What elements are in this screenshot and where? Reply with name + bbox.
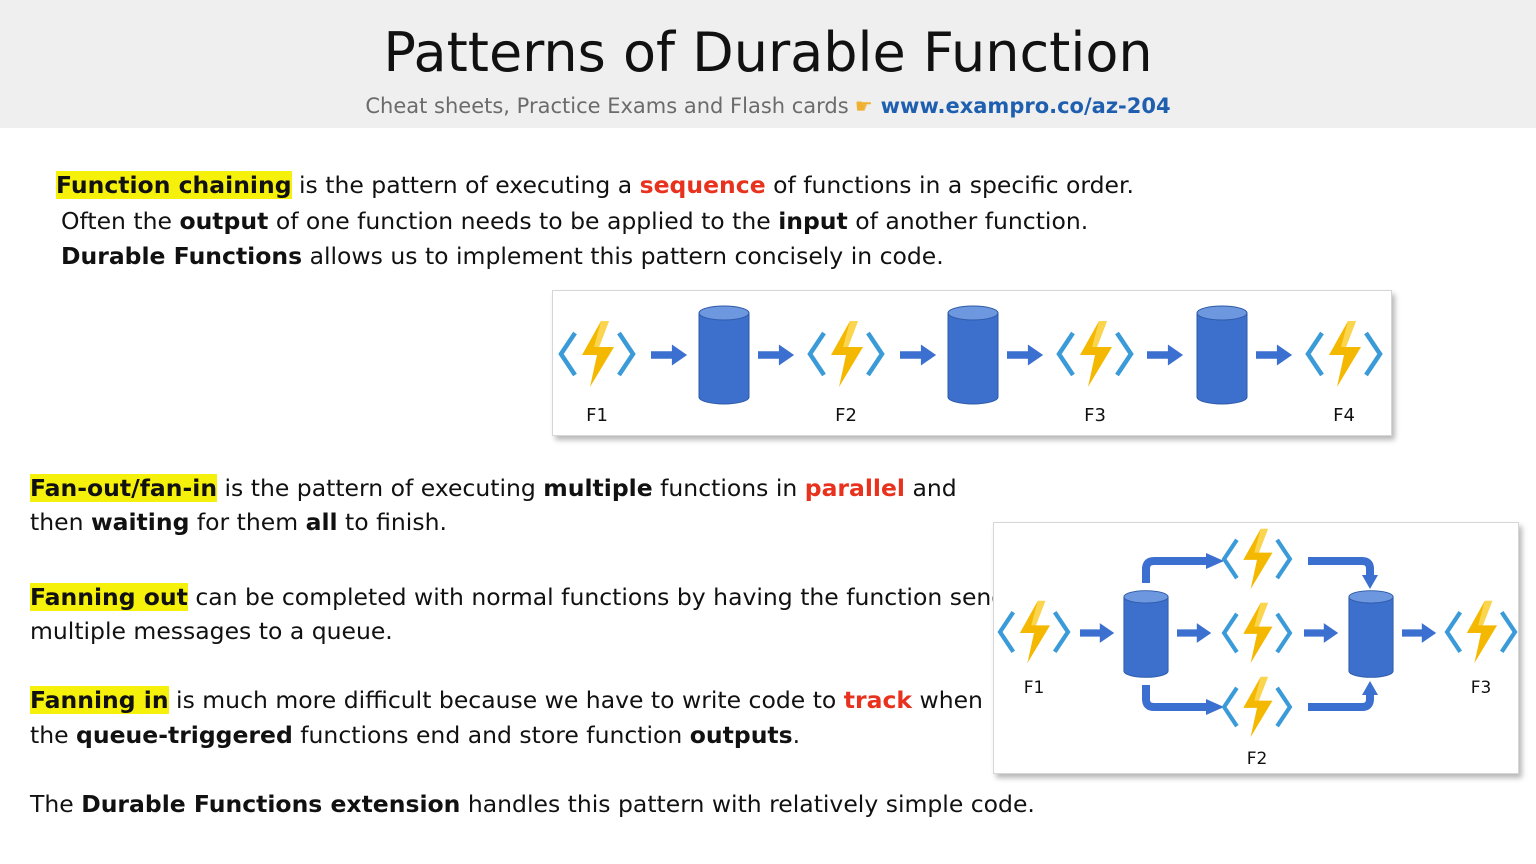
function-icon-f2-bottom [1224, 677, 1290, 737]
text-span: of another function. [847, 207, 1089, 235]
page-title: Patterns of Durable Function [383, 21, 1153, 84]
function-icon-f1 [561, 321, 633, 387]
text-span: handles this pattern with relatively sim… [460, 790, 1035, 818]
storage-cylinder-icon [698, 305, 750, 405]
label-f4: F4 [1333, 405, 1355, 426]
header-banner: Patterns of Durable Function Cheat sheet… [0, 0, 1536, 128]
chaining-line-1: Function chaining is the pattern of exec… [56, 168, 1134, 202]
storage-cylinder-icon [947, 305, 999, 405]
text-span: . [792, 721, 801, 749]
right-arrow-icon [1256, 344, 1293, 366]
right-arrow-icon [651, 344, 688, 366]
bold-outputs: outputs [689, 721, 793, 749]
label-f2: F2 [1247, 749, 1268, 769]
right-arrow-icon [1402, 623, 1437, 643]
function-icon-f1 [1000, 601, 1068, 663]
text-span: Often the [61, 207, 180, 235]
function-icon-f3 [1059, 321, 1131, 387]
text-span: when [912, 686, 983, 714]
label-f3: F3 [1471, 678, 1492, 698]
text-span: multiple messages to a queue. [30, 617, 393, 645]
function-icon-f2-top [1224, 529, 1290, 589]
emphasis-parallel: parallel [804, 474, 905, 502]
subtitle-text: Cheat sheets, Practice Exams and Flash c… [365, 94, 849, 118]
fanning-out-line-1: Fanning out can be completed with normal… [30, 580, 1006, 614]
fanout-diagram: F1 F2 F3 [993, 522, 1519, 774]
right-arrow-icon [1206, 699, 1224, 715]
bold-output: output [179, 207, 269, 235]
merge-arrow-bottom [1308, 693, 1374, 711]
text-span: is much more difficult because we have t… [168, 686, 844, 714]
text-span: then [30, 508, 91, 536]
text-span: allows us to implement this pattern conc… [302, 242, 944, 270]
function-icon-f4 [1308, 321, 1380, 387]
right-arrow-icon [1206, 553, 1224, 569]
subtitle: Cheat sheets, Practice Exams and Flash c… [0, 92, 1536, 120]
right-arrow-icon [1177, 623, 1212, 643]
function-icon-f2-middle [1224, 603, 1290, 663]
bold-durable-functions-extension: Durable Functions extension [81, 790, 461, 818]
function-icon-f2 [810, 321, 882, 387]
bold-waiting: waiting [90, 508, 190, 536]
fanout-line-2: then waiting for them all to finish. [30, 505, 447, 539]
fanning-out-term: Fanning out [30, 583, 188, 611]
storage-cylinder-icon [1123, 590, 1169, 678]
bold-multiple: multiple [543, 474, 653, 502]
pointing-hand-icon: ☛ [854, 94, 873, 118]
fanning-in-line-2: the queue-triggered functions end and st… [30, 718, 800, 752]
right-arrow-icon [1007, 344, 1044, 366]
text-span: is the pattern of executing [217, 474, 544, 502]
text-span: the [30, 721, 77, 749]
chaining-diagram: F1 F2 F3 F4 [552, 290, 1392, 436]
right-arrow-icon [1080, 623, 1115, 643]
label-f2: F2 [835, 405, 857, 426]
fanning-out-line-2: multiple messages to a queue. [30, 614, 393, 648]
merge-arrow-top [1308, 557, 1374, 577]
bold-input: input [778, 207, 848, 235]
bold-durable-functions: Durable Functions [61, 242, 303, 270]
text-span: functions in [652, 474, 805, 502]
right-arrow-icon [1304, 623, 1339, 643]
emphasis-track: track [843, 686, 913, 714]
fanning-in-line-1: Fanning in is much more difficult becaus… [30, 683, 983, 717]
label-f1: F1 [586, 405, 608, 426]
fanout-term: Fan-out/fan-in [30, 474, 218, 502]
fanout-diagram-svg: F1 F2 F3 [994, 523, 1518, 769]
storage-cylinder-icon [1348, 590, 1394, 678]
label-f1: F1 [1024, 678, 1045, 698]
right-arrow-icon [1147, 344, 1184, 366]
text-span: of one function needs to be applied to t… [268, 207, 779, 235]
fanning-in-term: Fanning in [30, 686, 169, 714]
text-span: can be completed with normal functions b… [187, 583, 1007, 611]
chaining-line-3: Durable Functions allows us to implement… [61, 239, 944, 273]
label-f3: F3 [1084, 405, 1106, 426]
chaining-term: Function chaining [56, 171, 292, 199]
text-span: for them [189, 508, 306, 536]
branch-arrow-up [1142, 557, 1208, 583]
up-arrow-icon [1362, 681, 1378, 695]
bold-queue-triggered: queue-triggered [76, 721, 293, 749]
text-span: The [30, 790, 82, 818]
down-arrow-icon [1362, 575, 1378, 589]
text-span: of functions in a specific order. [765, 171, 1134, 199]
chaining-line-2: Often the output of one function needs t… [61, 204, 1088, 238]
text-span: functions end and store function [292, 721, 690, 749]
chaining-diagram-svg: F1 F2 F3 F4 [553, 305, 1391, 426]
storage-cylinder-icon [1196, 305, 1248, 405]
right-arrow-icon [900, 344, 937, 366]
text-span: and [904, 474, 957, 502]
subtitle-link[interactable]: www.exampro.co/az-204 [881, 94, 1171, 118]
branch-arrow-down [1142, 685, 1208, 711]
text-span: is the pattern of executing a [291, 171, 640, 199]
extension-line: The Durable Functions extension handles … [30, 787, 1035, 821]
function-icon-f3 [1447, 601, 1515, 663]
text-span: to finish. [337, 508, 447, 536]
bold-all: all [305, 508, 338, 536]
right-arrow-icon [758, 344, 795, 366]
fanout-line-1: Fan-out/fan-in is the pattern of executi… [30, 471, 957, 505]
emphasis-sequence: sequence [639, 171, 766, 199]
